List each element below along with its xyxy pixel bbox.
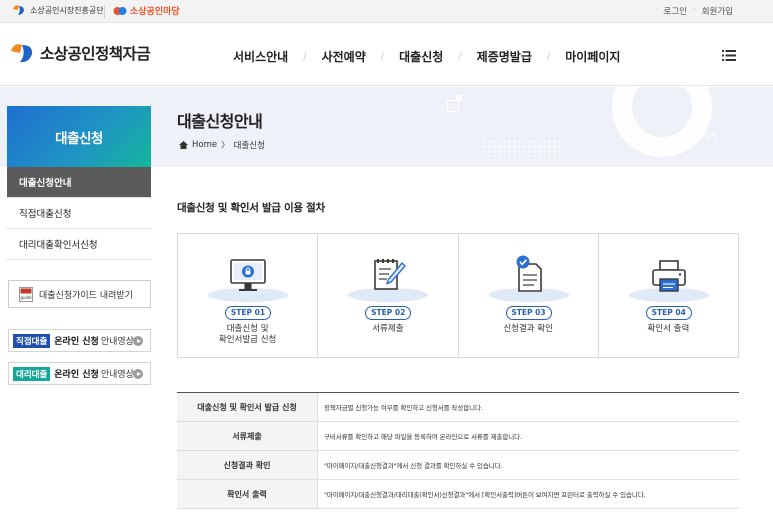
video-tag-direct: 직접대출 bbox=[13, 333, 51, 348]
table-row: 신청결과 확인 "마이페이지/대출신청결과"에서 신청 결과를 확인하실 수 있… bbox=[177, 451, 739, 480]
yard-name: 소상공인마당 bbox=[130, 7, 180, 17]
breadcrumb: Home 〉 대출신청 bbox=[179, 139, 265, 151]
printer-icon bbox=[651, 260, 686, 292]
util-divider bbox=[104, 5, 105, 18]
sidebar-item-direct-loan[interactable]: 직접대출신청 bbox=[7, 198, 151, 229]
table-row-head: 서류제출 bbox=[177, 422, 318, 450]
site-logo-icon bbox=[11, 44, 33, 63]
document-check-icon bbox=[516, 255, 542, 292]
breadcrumb-home[interactable]: Home bbox=[192, 140, 217, 150]
nav-certificate[interactable]: 제증명발급 bbox=[477, 48, 532, 65]
table-row-desc: 정책자금별 신청가능 여부를 확인하고 신청서를 작성합니다. bbox=[324, 404, 483, 412]
nav-service[interactable]: 서비스안내 bbox=[233, 48, 288, 65]
step-2: STEP 02 서류제출 bbox=[318, 234, 459, 357]
decor-square-small bbox=[456, 95, 462, 101]
table-row-desc: "마이페이지/대출신청결과"에서 신청 결과를 확인하실 수 있습니다. bbox=[324, 462, 503, 470]
decor-square bbox=[447, 100, 459, 112]
video-tag-agency: 대리대출 bbox=[13, 366, 51, 381]
decor-dots bbox=[482, 139, 560, 157]
login-link[interactable]: 로그인 bbox=[664, 5, 687, 17]
nav-sep: / bbox=[380, 51, 385, 62]
step-badge: STEP 04 bbox=[645, 306, 692, 320]
page-title: 대출신청안내 bbox=[177, 112, 263, 131]
step-badge: STEP 01 bbox=[225, 306, 271, 320]
sidebar-heading-label: 대출신청 bbox=[55, 130, 103, 147]
sidebar-item-loan-guide[interactable]: 대출신청안내 bbox=[7, 167, 151, 198]
nav-sep: / bbox=[458, 51, 462, 62]
video-title-rest: 안내영상 bbox=[100, 370, 134, 380]
step-3: STEP 03 신청결과 확인 bbox=[459, 234, 599, 357]
site-header: 소상공인정책자금 서비스안내 / 사전예약 / 대출신청 / 제증명발급 / 마… bbox=[0, 23, 773, 86]
guide-download-label: 대출신청가이드 내려받기 bbox=[39, 290, 133, 301]
section-title: 대출신청 및 확인서 발급 이용 절차 bbox=[177, 202, 325, 214]
org-link[interactable]: 소상공인시장진흥공단 bbox=[12, 4, 104, 16]
table-row-head: 대출신청 및 확인서 발급 신청 bbox=[177, 393, 318, 421]
yard-logo-icon bbox=[113, 6, 127, 15]
main-nav: 서비스안내 / 사전예약 / 대출신청 / 제증명발급 / 마이페이지 bbox=[233, 48, 620, 65]
play-arrow-icon bbox=[133, 336, 143, 346]
table-row-head: 확인서 출력 bbox=[177, 480, 318, 508]
step-badge: STEP 03 bbox=[505, 306, 552, 320]
sidebar-heading: 대출신청 bbox=[7, 106, 151, 167]
step-badge: STEP 02 bbox=[365, 306, 412, 320]
table-row: 대출신청 및 확인서 발급 신청 정책자금별 신청가능 여부를 확인하고 신청서… bbox=[177, 393, 739, 422]
step-4: STEP 04 확인서 출력 bbox=[599, 234, 738, 357]
member-links: · 로그인 · 회원가입 bbox=[655, 5, 733, 17]
play-arrow-icon bbox=[133, 369, 143, 379]
video-title-bold: 온라인 신청 bbox=[54, 370, 99, 380]
nav-sep: / bbox=[303, 51, 307, 62]
org-name: 소상공인시장진흥공단 bbox=[30, 5, 104, 15]
step-label: 신청결과 확인 bbox=[503, 324, 553, 334]
decor-wave-icon bbox=[684, 132, 718, 139]
step-label: 대출신청 및 확인서발급 신청 bbox=[218, 324, 277, 345]
pdf-guide-icon: guide bbox=[19, 286, 33, 302]
step-label: 서류제출 bbox=[372, 324, 404, 334]
table-row-head: 신청결과 확인 bbox=[177, 451, 318, 479]
table-row-desc: "마이페이지/대출신청결과/대리대출(확인서)신청결과"에서 [확인서출력]버튼… bbox=[324, 491, 646, 499]
table-row-desc: 구비서류를 확인하고 해당 파일을 등록하여 온라인으로 서류를 제출합니다. bbox=[324, 433, 523, 441]
direct-loan-video-button[interactable]: 직접대출 온라인 신청 안내영상 bbox=[8, 329, 151, 352]
nav-reservation[interactable]: 사전예약 bbox=[322, 48, 366, 65]
breadcrumb-sep: 〉 bbox=[221, 141, 230, 151]
step-label: 확인서 출력 bbox=[647, 324, 690, 334]
nav-sep: / bbox=[546, 51, 551, 62]
process-steps: STEP 01 대출신청 및 확인서발급 신청 STEP 02 서류제출 STE… bbox=[177, 233, 739, 358]
document-edit-icon bbox=[374, 259, 407, 290]
nav-loan[interactable]: 대출신청 bbox=[399, 48, 443, 65]
yard-link[interactable]: 소상공인마당 bbox=[113, 4, 180, 17]
site-logo[interactable]: 소상공인정책자금 bbox=[10, 42, 151, 64]
computer-lock-icon bbox=[230, 259, 266, 291]
video-title-rest: 안내영상 bbox=[100, 337, 134, 347]
home-icon[interactable] bbox=[179, 141, 188, 149]
site-name: 소상공인정책자금 bbox=[40, 45, 151, 63]
dot-sep: · bbox=[693, 5, 696, 15]
sidebar-menu: 대출신청안내 직접대출신청 대리대출확인서신청 bbox=[7, 167, 151, 260]
table-row: 확인서 출력 "마이페이지/대출신청결과/대리대출(확인서)신청결과"에서 [확… bbox=[177, 480, 739, 509]
guide-download-button[interactable]: guide 대출신청가이드 내려받기 bbox=[8, 280, 151, 308]
decor-circle bbox=[612, 87, 712, 157]
sidebar-item-agency-loan[interactable]: 대리대출확인서신청 bbox=[7, 229, 151, 260]
procedure-table: 대출신청 및 확인서 발급 신청 정책자금별 신청가능 여부를 확인하고 신청서… bbox=[177, 392, 739, 509]
org-logo-icon bbox=[13, 5, 24, 15]
nav-mypage[interactable]: 마이페이지 bbox=[565, 48, 620, 65]
dot-sep: · bbox=[654, 5, 658, 15]
video-title-bold: 온라인 신청 bbox=[54, 337, 99, 347]
hamburger-menu-icon[interactable] bbox=[722, 50, 736, 61]
join-link[interactable]: 회원가입 bbox=[702, 5, 733, 17]
utility-bar: 소상공인시장진흥공단 소상공인마당 · 로그인 · 회원가입 bbox=[0, 0, 773, 23]
breadcrumb-current: 대출신청 bbox=[233, 141, 265, 151]
step-1: STEP 01 대출신청 및 확인서발급 신청 bbox=[178, 234, 319, 357]
agency-loan-video-button[interactable]: 대리대출 온라인 신청 안내영상 bbox=[8, 362, 151, 385]
table-row: 서류제출 구비서류를 확인하고 해당 파일을 등록하여 온라인으로 서류를 제출… bbox=[177, 422, 739, 451]
guide-icon-text: guide bbox=[20, 295, 32, 300]
